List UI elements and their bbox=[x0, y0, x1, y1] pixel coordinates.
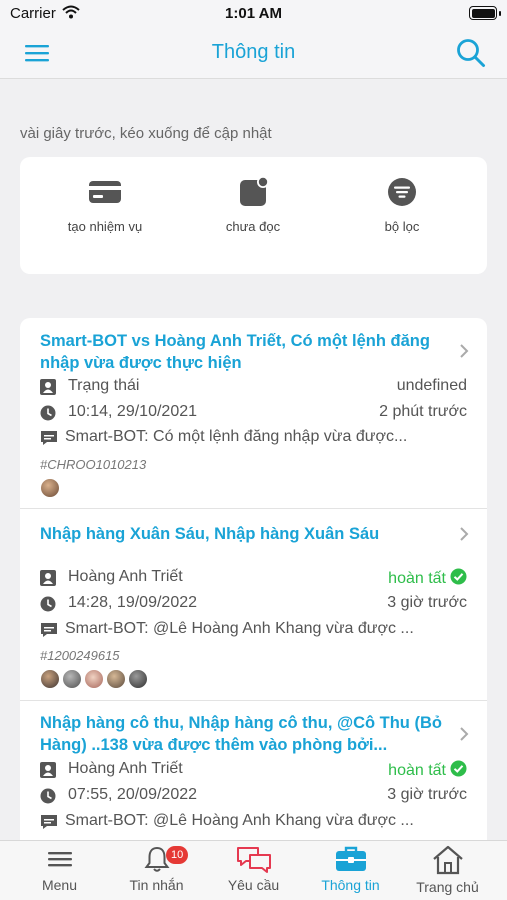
person-name: Trạng thái bbox=[68, 377, 140, 394]
datetime: 07:55, 20/09/2022 bbox=[68, 786, 198, 803]
chat-bubbles-icon bbox=[236, 847, 271, 873]
time-row: 14:28, 19/09/2022 3 giờ trước bbox=[40, 593, 467, 615]
relative-time: 3 giờ trước bbox=[387, 786, 467, 803]
card-icon bbox=[89, 181, 121, 203]
nav-bar: Thông tin bbox=[0, 28, 507, 79]
message-row: Smart-BOT: Có một lệnh đăng nhập vừa đượ… bbox=[40, 427, 467, 449]
item-title: Nhập hàng cô thu, Nhập hàng cô thu, @Cô … bbox=[40, 714, 442, 754]
clock-icon bbox=[40, 596, 56, 612]
create-task-button[interactable]: tạo nhiệm vụ bbox=[35, 177, 175, 234]
avatar bbox=[40, 669, 60, 689]
person-name: Hoàng Anh Triết bbox=[68, 760, 183, 777]
time-row: 10:14, 29/10/2021 2 phút trước bbox=[40, 402, 467, 424]
tab-requests[interactable]: Yêu cầu bbox=[203, 845, 304, 893]
status-row: Trạng thái undefined bbox=[40, 376, 467, 398]
datetime: 10:14, 29/10/2021 bbox=[68, 403, 198, 420]
refresh-hint: vài giây trước, kéo xuống để cập nhật bbox=[20, 125, 272, 142]
clock-icon bbox=[40, 405, 56, 421]
person-icon bbox=[40, 762, 56, 778]
message-row: Smart-BOT: @Lê Hoàng Anh Khang vừa được … bbox=[40, 811, 467, 833]
unread-label: chưa đọc bbox=[225, 219, 281, 234]
tab-requests-label: Yêu cầu bbox=[227, 877, 280, 893]
search-button[interactable] bbox=[455, 37, 487, 69]
chevron-right-icon bbox=[460, 344, 469, 358]
status-text: hoàn tất bbox=[388, 762, 446, 779]
avatar bbox=[84, 669, 104, 689]
message-preview: Smart-BOT: Có một lệnh đăng nhập vừa đượ… bbox=[65, 428, 408, 445]
avatar bbox=[40, 478, 60, 498]
check-circle-icon bbox=[450, 568, 467, 585]
tab-home[interactable]: Trang chủ bbox=[397, 845, 498, 895]
item-code: #CHROO1010213 bbox=[40, 457, 147, 472]
home-icon bbox=[432, 845, 463, 875]
message-icon bbox=[41, 623, 57, 637]
tab-messages[interactable]: 10 Tin nhắn bbox=[106, 845, 207, 893]
message-row: Smart-BOT: @Lê Hoàng Anh Khang vừa được … bbox=[40, 619, 467, 641]
filter-button[interactable]: bộ lọc bbox=[332, 177, 472, 234]
tab-menu[interactable]: Menu bbox=[9, 845, 110, 893]
bottom-tab-bar: Menu 10 Tin nhắn Yêu cầu Thông tin Trang… bbox=[0, 840, 507, 900]
tab-messages-label: Tin nhắn bbox=[129, 877, 184, 893]
search-icon bbox=[457, 39, 485, 67]
menu-icon bbox=[47, 852, 72, 867]
status-badge: hoàn tất bbox=[388, 568, 467, 588]
avatar-group bbox=[40, 669, 150, 689]
status-text: undefined bbox=[396, 377, 467, 394]
notification-list: Smart-BOT vs Hoàng Anh Triết, Có một lện… bbox=[20, 318, 487, 878]
page-title: Thông tin bbox=[211, 41, 296, 63]
person-icon bbox=[40, 379, 56, 395]
item-title: Smart-BOT vs Hoàng Anh Triết, Có một lện… bbox=[40, 332, 430, 372]
relative-time: 3 giờ trước bbox=[387, 594, 467, 611]
chevron-right-icon bbox=[460, 727, 469, 741]
datetime: 14:28, 19/09/2022 bbox=[68, 594, 198, 611]
unread-icon bbox=[240, 177, 269, 206]
message-preview: Smart-BOT: @Lê Hoàng Anh Khang vừa được … bbox=[65, 812, 414, 829]
tab-menu-label: Menu bbox=[41, 877, 78, 893]
battery-tip bbox=[499, 11, 501, 16]
relative-time: 2 phút trước bbox=[379, 403, 467, 420]
item-title: Nhập hàng Xuân Sáu, Nhập hàng Xuân Sáu bbox=[40, 525, 380, 543]
message-icon bbox=[41, 431, 57, 445]
time-row: 07:55, 20/09/2022 3 giờ trước bbox=[40, 785, 467, 807]
avatar-group bbox=[40, 478, 62, 498]
tab-home-label: Trang chủ bbox=[416, 879, 479, 895]
person-icon bbox=[40, 570, 56, 586]
avatar bbox=[106, 669, 126, 689]
chevron-right-icon bbox=[460, 527, 469, 541]
avatar bbox=[128, 669, 148, 689]
create-task-label: tạo nhiệm vụ bbox=[67, 219, 143, 234]
check-circle-icon bbox=[450, 760, 467, 777]
tab-info-label: Thông tin bbox=[321, 877, 380, 893]
status-row: Hoàng Anh Triết hoàn tất bbox=[40, 567, 467, 589]
status-bar: Carrier 1:01 AM bbox=[0, 0, 507, 28]
list-item[interactable]: Smart-BOT vs Hoàng Anh Triết, Có một lện… bbox=[20, 318, 487, 509]
briefcase-icon bbox=[335, 846, 366, 871]
tab-info[interactable]: Thông tin bbox=[300, 845, 401, 893]
clock-icon bbox=[40, 788, 56, 804]
battery-icon bbox=[469, 6, 497, 20]
item-code: #1200249615 bbox=[40, 648, 120, 663]
message-icon bbox=[41, 815, 57, 829]
clock: 1:01 AM bbox=[225, 5, 282, 22]
status-badge: hoàn tất bbox=[388, 760, 467, 780]
list-item[interactable]: Nhập hàng Xuân Sáu, Nhập hàng Xuân Sáu H… bbox=[20, 509, 487, 701]
status-text: hoàn tất bbox=[388, 570, 446, 587]
message-preview: Smart-BOT: @Lê Hoàng Anh Khang vừa được … bbox=[65, 620, 414, 637]
status-row: Hoàng Anh Triết hoàn tất bbox=[40, 759, 467, 781]
unread-button[interactable]: chưa đọc bbox=[183, 177, 323, 234]
quick-actions-card: tạo nhiệm vụ chưa đọc bộ lọc bbox=[20, 157, 487, 274]
unread-count-badge: 10 bbox=[166, 846, 189, 864]
filter-label: bộ lọc bbox=[384, 219, 420, 234]
filter-icon bbox=[388, 178, 416, 206]
person-name: Hoàng Anh Triết bbox=[68, 568, 183, 585]
avatar bbox=[62, 669, 82, 689]
